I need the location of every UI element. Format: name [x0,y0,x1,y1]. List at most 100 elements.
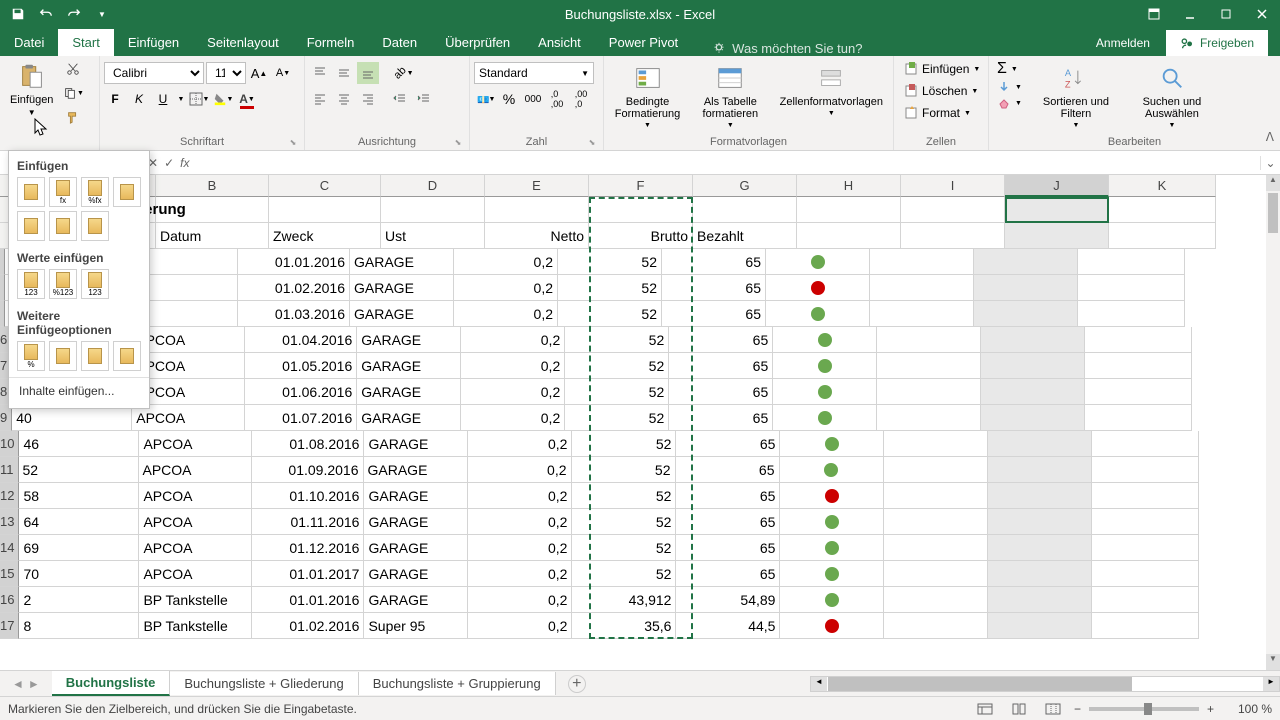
cell[interactable]: 70 [19,561,139,587]
cell[interactable]: 65 [676,535,780,561]
cell[interactable] [1092,587,1199,613]
paste-values-srcfmt-icon[interactable]: 123 [81,269,109,299]
cell[interactable] [773,327,877,353]
worksheet-grid[interactable]: B C D E F G H I J K dingte Formatierungr… [0,175,1266,670]
fx-button[interactable]: fx [180,156,189,170]
cell[interactable]: 65 [669,405,773,431]
cell[interactable] [766,249,870,275]
cell[interactable] [269,197,381,223]
cell[interactable] [988,613,1092,639]
cell[interactable]: Zweck [269,223,381,249]
horizontal-scrollbar[interactable]: ◄ ► [810,676,1280,692]
cell[interactable]: APCOA [139,457,252,483]
paste-button[interactable]: Einfügen ▼ [4,58,59,119]
sheet-nav-next[interactable]: ► [28,677,40,691]
row-header[interactable]: 12 [0,483,19,509]
cell[interactable] [988,431,1092,457]
align-right-button[interactable] [357,88,379,110]
autosum-button[interactable]: Σ▼ [993,60,1026,78]
cell[interactable] [870,249,974,275]
cell[interactable]: 0,2 [461,353,565,379]
cell[interactable]: 44,5 [676,613,780,639]
cell[interactable] [884,457,988,483]
cell[interactable] [901,223,1005,249]
tab-daten[interactable]: Daten [368,29,431,56]
cell[interactable]: 52 [565,379,669,405]
undo-button[interactable] [36,4,56,24]
cell[interactable] [1078,301,1185,327]
cell[interactable]: 52 [565,327,669,353]
cell[interactable] [877,353,981,379]
sheet-tab-0[interactable]: Buchungsliste [52,671,171,696]
tab-einfuegen[interactable]: Einfügen [114,29,193,56]
page-break-view-button[interactable] [1040,699,1066,719]
cell[interactable] [988,483,1092,509]
row-header[interactable]: 15 [0,561,19,587]
row-header[interactable]: 10 [0,431,19,457]
paste-values-icon[interactable]: 123 [17,269,45,299]
cell[interactable]: 0,2 [454,275,558,301]
file-tab[interactable]: Datei [0,29,58,56]
col-header-G[interactable]: G [693,175,797,197]
row-header[interactable]: 17 [0,613,19,639]
formula-input[interactable] [197,155,1260,170]
confirm-edit-button[interactable]: ✓ [164,156,174,170]
cell[interactable]: 35,6 [572,613,676,639]
cell[interactable]: GARAGE [364,561,468,587]
percent-format-button[interactable]: % [498,88,520,110]
cell[interactable]: 52 [572,431,676,457]
cell[interactable] [780,613,884,639]
cell[interactable]: 0,2 [454,249,558,275]
ribbon-display-options[interactable] [1136,0,1172,28]
sheet-nav-prev[interactable]: ◄ [12,677,24,691]
cell[interactable] [797,197,901,223]
cell[interactable]: 65 [676,457,780,483]
cell[interactable] [877,379,981,405]
cell[interactable] [884,535,988,561]
cell[interactable]: GARAGE [350,301,454,327]
add-sheet-button[interactable]: + [568,675,586,693]
cell[interactable] [884,483,988,509]
cell[interactable]: 0,2 [468,509,572,535]
paste-transpose-icon[interactable] [81,211,109,241]
cell[interactable] [1092,561,1199,587]
paste-picture-icon[interactable] [81,341,109,371]
cell[interactable]: 0,2 [468,457,572,483]
paste-no-borders-icon[interactable] [17,211,45,241]
close-button[interactable] [1244,0,1280,28]
cell[interactable]: 0,2 [461,405,565,431]
clear-button[interactable]: ▼ [993,96,1026,110]
decrease-indent-button[interactable] [389,88,411,110]
cell[interactable]: 0,2 [461,379,565,405]
cell[interactable]: GARAGE [350,275,454,301]
cell[interactable] [981,353,1085,379]
cell[interactable]: GARAGE [364,457,468,483]
align-dialog-launcher[interactable]: ⬊ [453,138,463,148]
cell[interactable] [780,561,884,587]
cell[interactable] [1109,223,1216,249]
cell[interactable]: 65 [676,561,780,587]
decrease-font-button[interactable]: A▼ [272,62,294,84]
cell[interactable]: 01.02.2016 [252,613,364,639]
decrease-decimal-button[interactable]: ,00,0 [570,88,592,110]
tab-ueberpruefen[interactable]: Überprüfen [431,29,524,56]
cell[interactable] [156,197,269,223]
col-header-H[interactable]: H [797,175,901,197]
cell[interactable]: 65 [669,353,773,379]
paste-values-numfmt-icon[interactable]: %123 [49,269,77,299]
row-header[interactable]: 13 [0,509,19,535]
cell[interactable]: APCOA [139,431,252,457]
underline-button[interactable]: U [152,88,174,110]
cell[interactable]: GARAGE [357,405,461,431]
cell[interactable]: 8 [19,613,139,639]
cell[interactable]: 01.01.2016 [252,587,364,613]
cell[interactable] [901,197,1005,223]
zoom-level[interactable]: 100 % [1222,702,1272,716]
cell[interactable]: 52 [572,509,676,535]
tab-ansicht[interactable]: Ansicht [524,29,595,56]
align-middle-button[interactable] [333,62,355,84]
cell[interactable]: 52 [565,353,669,379]
cell[interactable] [780,457,884,483]
cell[interactable]: 52 [565,405,669,431]
col-header-E[interactable]: E [485,175,589,197]
